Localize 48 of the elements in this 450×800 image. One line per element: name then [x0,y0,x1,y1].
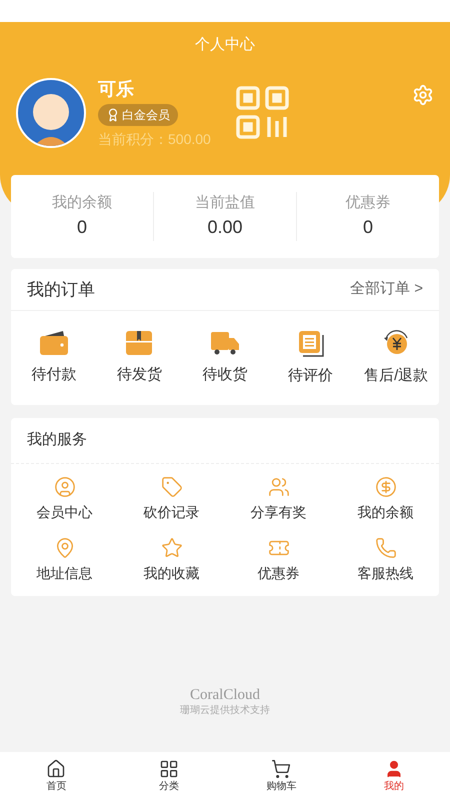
section-title: 我的订单 [27,278,95,301]
tab-bar-item[interactable]: 购物车 [225,752,338,800]
cart-icon [271,758,292,778]
settings-icon[interactable] [412,84,434,106]
service-item[interactable]: 我的收藏 [118,537,225,584]
member-level: 白金会员 [122,106,170,124]
home-icon [46,758,66,778]
money-icon [374,476,396,498]
member-icon [54,476,76,498]
wallet-icon [38,330,69,356]
phone-icon [374,537,396,559]
service-item[interactable]: 砍价记录 [118,476,225,523]
document-icon [296,328,325,357]
tab-bar-item[interactable]: 分类 [112,752,225,800]
tab-bar-item[interactable]: 我的 [338,752,450,800]
stat-label: 优惠券 [346,192,390,213]
tab-bar-item[interactable]: 首页 [0,752,112,800]
order-status-button[interactable]: 待收货 [182,330,268,386]
order-status-button[interactable]: 待发货 [96,330,182,386]
grid-icon [158,758,179,778]
users-icon [268,476,290,498]
stat-label: 我的余额 [52,192,112,213]
stat-value: 0.00 [207,216,243,240]
box-icon [125,330,154,356]
tag-icon [160,476,182,498]
order-status-button[interactable]: 待评价 [268,328,354,388]
qr-code-icon[interactable] [234,85,291,141]
service-item[interactable]: 客服热线 [332,537,439,584]
truck-icon [210,330,240,356]
star-icon [160,537,182,559]
points-text: 当前积分：500.00 [98,130,211,148]
page-title: 个人中心 [195,35,255,55]
support-note: 珊瑚云提供技术支持 [180,704,270,718]
order-status-button[interactable]: 售后/退款 [353,328,439,388]
medal-icon [106,108,120,122]
service-item[interactable]: 地址信息 [11,537,118,584]
brand-name: CoralCloud [190,687,260,703]
stat-value: 0 [76,216,87,240]
order-status-button[interactable]: 待付款 [11,330,97,386]
service-item[interactable]: 我的余额 [332,476,439,523]
user-name: 可乐 [98,78,135,100]
section-title: 我的服务 [27,430,87,450]
stat-label: 当前盐值 [195,192,255,213]
service-item[interactable]: 分享有奖 [225,476,332,523]
service-item[interactable]: 会员中心 [11,476,118,523]
all-orders-link[interactable]: 全部订单 > [350,278,423,301]
service-item[interactable]: 优惠券 [225,537,332,584]
stat-value: 0 [362,216,373,240]
